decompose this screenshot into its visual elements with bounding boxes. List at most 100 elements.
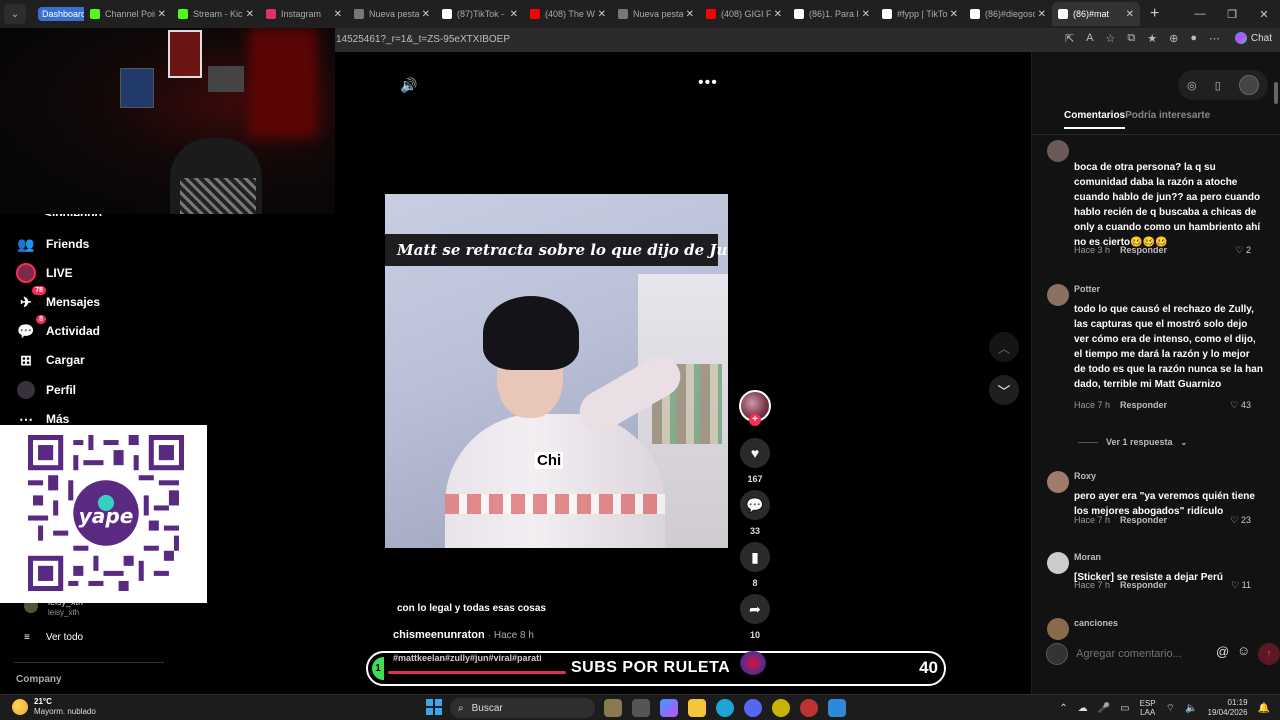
edge-browser-icon[interactable] — [716, 699, 734, 717]
tab-comments[interactable]: Comentarios — [1064, 110, 1126, 129]
follow-plus-icon[interactable]: + — [749, 414, 761, 426]
favorite-icon[interactable]: ☆ — [1106, 32, 1116, 45]
comment-button[interactable]: 💬 — [740, 490, 770, 520]
next-video-button[interactable]: ﹀ — [989, 375, 1019, 405]
keyboard-language[interactable]: ESP LAA — [1140, 699, 1156, 717]
discord-icon[interactable] — [744, 699, 762, 717]
extensions-icon[interactable]: ⧉ — [1127, 32, 1135, 45]
tab-close-icon[interactable]: ✕ — [510, 9, 518, 20]
copilot-app-icon[interactable] — [660, 699, 678, 717]
more-options-icon[interactable]: ••• — [698, 74, 718, 92]
app-icon-red[interactable] — [800, 699, 818, 717]
commenter-avatar[interactable] — [1047, 618, 1069, 640]
browser-tab[interactable]: Dashboard — [32, 2, 84, 26]
tab-close-icon[interactable]: ✕ — [774, 9, 782, 20]
send-comment-button[interactable]: ↑ — [1258, 643, 1280, 665]
tab-close-icon[interactable]: ✕ — [1038, 9, 1046, 20]
collections-icon[interactable]: ⊕ — [1169, 32, 1178, 45]
browser-profile-icon[interactable]: ● — [1190, 32, 1197, 45]
company-link[interactable]: Company — [16, 674, 62, 685]
commenter-name[interactable]: Potter — [1074, 284, 1100, 294]
taskbar-search[interactable]: ⌕ Buscar — [450, 698, 595, 718]
comment-like-button[interactable]: ♡ 43 — [1230, 400, 1251, 411]
browser-tab[interactable]: Nueva pestañ✕ — [612, 2, 700, 26]
previous-video-button[interactable]: ︿ — [989, 332, 1019, 362]
tab-close-icon[interactable]: ✕ — [246, 9, 254, 20]
clock[interactable]: 01:19 19/04/2026 — [1208, 698, 1248, 718]
reply-button[interactable]: Responder — [1120, 400, 1167, 410]
comment-like-button[interactable]: ♡ 23 — [1230, 515, 1251, 526]
save-button[interactable]: ▮ — [740, 542, 770, 572]
tab-close-icon[interactable]: ✕ — [598, 9, 606, 20]
tab-close-icon[interactable]: ✕ — [422, 9, 430, 20]
browser-tab[interactable]: Instagram ✕ — [260, 2, 348, 26]
weather-widget[interactable]: 21°C Mayorm. nublado — [12, 697, 96, 717]
close-window-button[interactable]: ✕ — [1248, 8, 1280, 21]
commenter-avatar[interactable] — [1047, 284, 1069, 306]
reply-button[interactable]: Responder — [1120, 580, 1167, 590]
tab-close-icon[interactable]: ✕ — [1126, 9, 1134, 20]
tab-close-icon[interactable]: ✕ — [862, 9, 870, 20]
browser-tab[interactable]: Stream - Kick ✕ — [172, 2, 260, 26]
browser-tab[interactable]: (408) The We ✕ — [524, 2, 612, 26]
comments-scrollbar[interactable] — [1274, 82, 1278, 642]
volume-tray-icon[interactable]: 🔈 — [1185, 703, 1197, 714]
device-icon[interactable]: ▯ — [1215, 79, 1221, 92]
browser-tab[interactable]: (87)TikTok - M✕ — [436, 2, 524, 26]
file-explorer-icon[interactable] — [688, 699, 706, 717]
nav-item-friends[interactable]: 👥 Friends — [16, 234, 89, 254]
coin-icon[interactable]: ◎ — [1187, 79, 1197, 92]
tab-actions-menu[interactable]: ⌄ — [4, 4, 26, 24]
reply-button[interactable]: Responder — [1120, 245, 1167, 255]
app-icon-blue[interactable] — [828, 699, 846, 717]
nav-item-perfil[interactable]: Perfil — [16, 380, 76, 400]
commenter-name[interactable]: canciones — [1074, 618, 1118, 628]
browser-tab[interactable]: #fypp | TikTok ✕ — [876, 2, 964, 26]
start-button[interactable] — [426, 699, 442, 715]
video-player[interactable]: Matt se retracta sobre lo que dijo de Ju… — [385, 194, 728, 548]
maximize-button[interactable]: ❐ — [1216, 8, 1248, 21]
author-name[interactable]: chismeenunraton — [393, 629, 485, 641]
tab-close-icon[interactable]: ✕ — [158, 9, 166, 20]
nav-item-cargar[interactable]: ⊞ Cargar — [16, 350, 85, 370]
task-view-icon[interactable] — [632, 699, 650, 717]
commenter-name[interactable]: Moran — [1074, 552, 1101, 562]
tab-close-icon[interactable]: ✕ — [950, 9, 958, 20]
microphone-icon[interactable]: 🎤 — [1098, 703, 1110, 714]
minimize-button[interactable]: — — [1184, 8, 1216, 20]
emoji-icon[interactable]: ☺ — [1237, 643, 1250, 658]
mention-icon[interactable]: @ — [1216, 644, 1229, 659]
browser-menu-icon[interactable]: ⋯ — [1209, 32, 1220, 45]
show-hidden-icons[interactable]: ⌃ — [1059, 703, 1067, 714]
commenter-name[interactable]: Roxy — [1074, 471, 1096, 481]
new-tab-button[interactable]: + — [1150, 5, 1159, 23]
video-author[interactable]: chismeenunraton · Hace 8 h — [393, 629, 534, 641]
onedrive-icon[interactable]: ☁ — [1078, 703, 1088, 714]
browser-tab[interactable]: (408) GIGI FU✕ — [700, 2, 788, 26]
copilot-chat-button[interactable]: Chat — [1234, 32, 1272, 44]
app-icon-yellow[interactable] — [772, 699, 790, 717]
nav-item-mensajes[interactable]: ✈ 78 Mensajes — [16, 286, 100, 312]
wifi-icon[interactable]: ⌔ — [1166, 702, 1175, 715]
share-button[interactable]: ➦ — [740, 594, 770, 624]
tab-close-icon[interactable]: ✕ — [334, 9, 342, 20]
commenter-avatar[interactable] — [1047, 140, 1069, 162]
reply-button[interactable]: Responder — [1120, 515, 1167, 525]
network-icon[interactable]: ▭ — [1120, 703, 1129, 714]
browser-tab[interactable]: (86)1. Para la ✕ — [788, 2, 876, 26]
nav-item-live[interactable]: LIVE — [16, 263, 73, 283]
comment-input[interactable] — [1076, 643, 1226, 665]
video-hashtags[interactable]: #mattkeelan#zully#jun#viral#parati — [393, 653, 542, 663]
see-all-button[interactable]: ≡ Ver todo — [24, 632, 83, 643]
browser-tab[interactable]: Nueva pestañ✕ — [348, 2, 436, 26]
user-avatar[interactable] — [1238, 75, 1259, 95]
favorites-bar-icon[interactable]: ★ — [1147, 32, 1157, 45]
volume-icon[interactable]: 🔊 — [400, 77, 417, 94]
tab-close-icon[interactable]: ✕ — [686, 9, 694, 20]
commenter-avatar[interactable] — [1047, 552, 1069, 574]
browser-tab[interactable]: (86)#diegoso ✕ — [964, 2, 1052, 26]
view-replies-button[interactable]: Ver 1 respuesta ⌄ — [1078, 437, 1187, 447]
nav-item-actividad[interactable]: 💬 8 Actividad — [16, 315, 100, 341]
commenter-avatar[interactable] — [1047, 471, 1069, 493]
url-text[interactable]: 14525461?_r=1&_t=ZS-95eXTXIBOEP — [336, 34, 510, 45]
